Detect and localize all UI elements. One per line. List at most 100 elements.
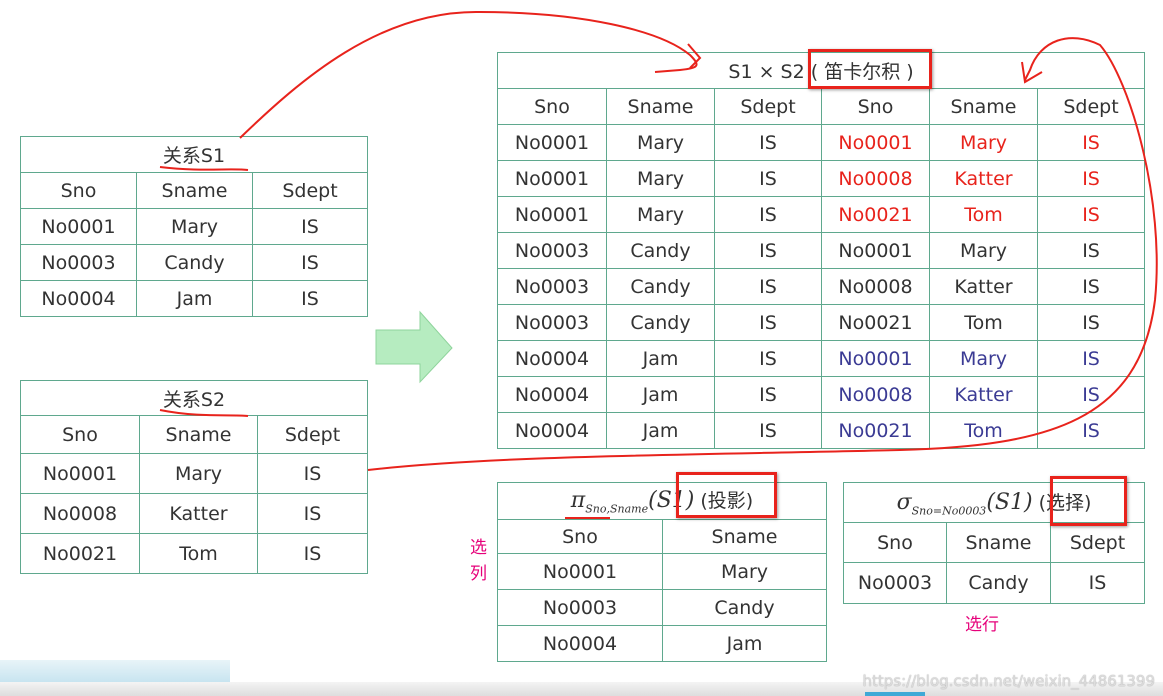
table-caption: 关系S2 bbox=[19, 380, 369, 416]
column-header: Sno bbox=[821, 88, 930, 125]
table-row: No0004 Jam IS bbox=[20, 280, 369, 317]
column-header: Sno bbox=[843, 522, 947, 563]
column-header: Sno bbox=[497, 519, 663, 554]
table-cell: Mary bbox=[606, 124, 715, 161]
selection-caption-highlight bbox=[1050, 476, 1127, 526]
table-cell: IS bbox=[1036, 160, 1146, 197]
column-header: Sname bbox=[929, 88, 1038, 125]
table-cell: No0008 bbox=[821, 268, 930, 305]
table-caption: πSno,Sname(S1) (投影) bbox=[497, 482, 827, 520]
column-header: Sdept bbox=[256, 415, 369, 454]
table-cell: No0004 bbox=[497, 625, 663, 662]
table-caption: 关系S1 bbox=[19, 136, 369, 173]
table-cell: IS bbox=[714, 412, 822, 449]
table-cell: No0021 bbox=[821, 304, 930, 341]
table-cell: No0001 bbox=[20, 208, 137, 245]
column-header: Sname bbox=[139, 415, 258, 454]
table-cell: Jam bbox=[606, 376, 715, 413]
table-cell: No0001 bbox=[20, 453, 140, 494]
column-header: Sname bbox=[606, 88, 715, 125]
column-header: Sdept bbox=[1036, 88, 1146, 125]
table-cell: Katter bbox=[929, 376, 1038, 413]
table-row: No0001 Mary IS bbox=[20, 453, 369, 494]
table-cell: Jam bbox=[136, 280, 253, 317]
table-row: No0008 Katter IS bbox=[20, 493, 369, 534]
table-cell: Tom bbox=[929, 196, 1038, 233]
caption-text: S1 × S2 bbox=[728, 61, 805, 83]
table-cell: IS bbox=[714, 160, 822, 197]
column-header: Sdept bbox=[251, 172, 369, 209]
table-row: No0003 Candy IS No0001 Mary IS bbox=[497, 232, 1146, 269]
table-cell: No0021 bbox=[20, 533, 140, 574]
s1-table: 关系S1 Sno Sname Sdept No0001 Mary IS No0003 Candy… bbox=[19, 136, 369, 317]
table-row: No0004 Jam IS No0008 Katter IS bbox=[497, 376, 1146, 413]
table-cell: IS bbox=[1036, 268, 1146, 305]
table-cell: Candy bbox=[946, 562, 1051, 604]
table-cell: No0001 bbox=[497, 160, 607, 197]
table-cell: Mary bbox=[606, 196, 715, 233]
table-cell: No0004 bbox=[497, 376, 607, 413]
product-table: S1 × S2 ( 笛卡尔积 ) Sno Sname Sdept Sno Sname Sde… bbox=[496, 52, 1146, 449]
table-cell: IS bbox=[1036, 196, 1146, 233]
table-row: No0004 Jam bbox=[497, 625, 827, 662]
table-cell: No0004 bbox=[497, 340, 607, 377]
table-cell: IS bbox=[251, 208, 369, 245]
table-cell: IS bbox=[714, 196, 822, 233]
formula: σSno=No0003(S1) bbox=[896, 489, 1033, 517]
table-row: No0003 Candy IS bbox=[843, 562, 1145, 604]
table-row: No0003 Candy bbox=[497, 589, 827, 626]
s2-table: 关系S2 Sno Sname Sdept No0001 Mary IS No0008 Katte… bbox=[19, 380, 369, 574]
table-cell: No0008 bbox=[20, 493, 140, 534]
table-cell: No0008 bbox=[821, 376, 930, 413]
table-cell: Jam bbox=[606, 412, 715, 449]
table-cell: Candy bbox=[606, 268, 715, 305]
table-row: No0001 Mary IS bbox=[20, 208, 369, 245]
table-row: No0001 Mary IS No0008 Katter IS bbox=[497, 160, 1146, 197]
product-caption-highlight bbox=[808, 49, 932, 89]
table-cell: No0003 bbox=[497, 232, 607, 269]
table-cell: Mary bbox=[606, 160, 715, 197]
table-cell: No0001 bbox=[497, 124, 607, 161]
operator-argument: (S1) bbox=[986, 489, 1033, 515]
table-cell: IS bbox=[256, 453, 369, 494]
table-cell: Mary bbox=[929, 124, 1038, 161]
operator-symbol: π bbox=[570, 488, 586, 514]
table-cell: No0001 bbox=[497, 553, 663, 590]
table-cell: IS bbox=[1036, 232, 1146, 269]
table-cell: Mary bbox=[662, 553, 827, 590]
table-cell: Katter bbox=[929, 268, 1038, 305]
table-cell: IS bbox=[714, 124, 822, 161]
table-cell: No0021 bbox=[821, 196, 930, 233]
table-cell: No0004 bbox=[20, 280, 137, 317]
table-cell: Mary bbox=[929, 340, 1038, 377]
table-cell: IS bbox=[714, 268, 822, 305]
table-cell: IS bbox=[714, 340, 822, 377]
table-row: No0001 Mary IS No0001 Mary IS bbox=[497, 124, 1146, 161]
table-cell: IS bbox=[1036, 340, 1146, 377]
column-header: Sdept bbox=[714, 88, 822, 125]
table-row: No0001 Mary bbox=[497, 553, 827, 590]
table-cell: No0003 bbox=[843, 562, 947, 604]
table-row: No0004 Jam IS No0001 Mary IS bbox=[497, 340, 1146, 377]
table-cell: IS bbox=[714, 232, 822, 269]
watermark: https://blog.csdn.net/weixin_44861399 bbox=[862, 672, 1155, 690]
bottom-note: 选行 bbox=[965, 615, 999, 635]
table-row: No0003 Candy IS No0008 Katter IS bbox=[497, 268, 1146, 305]
table-cell: No0003 bbox=[20, 244, 137, 281]
table-cell: No0001 bbox=[821, 124, 930, 161]
table-row: No0003 Candy IS No0021 Tom IS bbox=[497, 304, 1146, 341]
table-cell: No0003 bbox=[497, 268, 607, 305]
table-cell: No0021 bbox=[821, 412, 930, 449]
operator-subscript: Sno,Sname bbox=[585, 502, 649, 516]
table-row: No0003 Candy IS bbox=[20, 244, 369, 281]
table-cell: IS bbox=[1036, 124, 1146, 161]
table-cell: Candy bbox=[606, 304, 715, 341]
table-cell: Tom bbox=[929, 304, 1038, 341]
table-cell: Tom bbox=[139, 533, 258, 574]
table-cell: Mary bbox=[136, 208, 253, 245]
column-header: Sdept bbox=[1050, 522, 1145, 563]
operator-symbol: σ bbox=[896, 489, 912, 515]
table-cell: IS bbox=[1036, 376, 1146, 413]
table-cell: Candy bbox=[662, 589, 827, 626]
table-cell: Tom bbox=[929, 412, 1038, 449]
